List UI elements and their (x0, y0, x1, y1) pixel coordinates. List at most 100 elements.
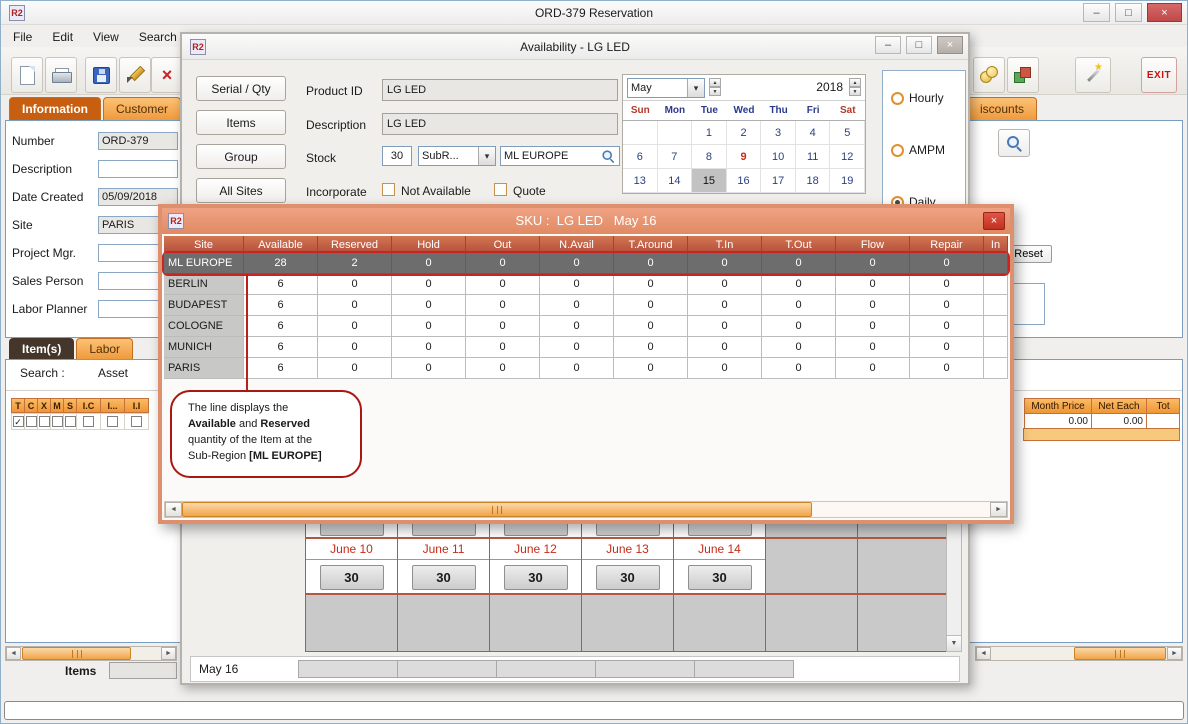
quote-checkbox[interactable] (494, 183, 507, 196)
qty-box[interactable]: 30 (504, 565, 568, 590)
description-field[interactable]: LG LED (382, 113, 618, 135)
exit-button[interactable]: EXIT (1141, 57, 1177, 93)
description-field[interactable] (98, 160, 178, 178)
calendar-day[interactable] (623, 121, 658, 145)
sku-row-paris[interactable]: PARIS6000000000 (164, 358, 1008, 379)
wizard-button[interactable]: ★ (1075, 57, 1111, 93)
scroll-right-arrow[interactable]: ► (1167, 647, 1182, 660)
calendar-day[interactable]: 10 (761, 145, 796, 169)
row-checkbox[interactable] (107, 416, 118, 427)
calendar-day[interactable]: 13 (623, 169, 658, 193)
qty-box[interactable]: 30 (596, 565, 660, 590)
availability-titlebar[interactable]: R2 Availability - LG LED – □ × (182, 34, 968, 60)
calendar-day[interactable]: 1 (692, 121, 727, 145)
dropdown-arrow-icon[interactable]: ▾ (687, 79, 704, 97)
calendar-day[interactable]: 4 (796, 121, 831, 145)
scroll-track[interactable] (21, 647, 161, 660)
calendar-day[interactable]: 8 (692, 145, 727, 169)
sku-row-cologne[interactable]: COLOGNE6000000000 (164, 316, 1008, 337)
row-checkbox[interactable] (83, 416, 94, 427)
scroll-thumb[interactable] (1074, 647, 1166, 660)
month-spinner[interactable]: ▲ ▼ (709, 78, 721, 96)
rates-button[interactable] (973, 57, 1005, 93)
tab-item-s[interactable]: Item(s) (9, 338, 74, 359)
save-button[interactable] (85, 57, 117, 93)
stock-field[interactable]: 30 (382, 146, 412, 166)
maximize-button[interactable]: □ (906, 36, 932, 54)
calendar-day[interactable]: 15 (692, 169, 727, 193)
row-checkbox[interactable]: ✓ (13, 416, 24, 427)
calendar-day[interactable]: 11 (796, 145, 831, 169)
qty-box[interactable]: 30 (412, 565, 476, 590)
qty-box[interactable]: 30 (320, 565, 384, 590)
products-button[interactable] (1007, 57, 1039, 93)
button-items[interactable]: Items (196, 110, 286, 135)
minimize-button[interactable]: – (1083, 3, 1110, 22)
close-button[interactable]: × (1147, 3, 1182, 22)
tab-labor[interactable]: Labor (76, 338, 133, 359)
calendar-day[interactable] (658, 121, 693, 145)
row-checkbox[interactable] (52, 416, 63, 427)
search-mode-value[interactable]: Asset (98, 366, 128, 380)
calendar-day[interactable]: 9 (727, 145, 762, 169)
search-icon[interactable] (602, 150, 615, 163)
items-count-field[interactable] (109, 662, 177, 679)
scroll-right-arrow[interactable]: ► (161, 647, 176, 660)
row-checkbox[interactable] (26, 416, 37, 427)
calendar-day[interactable]: 18 (796, 169, 831, 193)
radio-ampm[interactable]: AMPM (891, 143, 965, 157)
calendar-day[interactable]: 2 (727, 121, 762, 145)
button-group[interactable]: Group (196, 144, 286, 169)
edit-button[interactable] (119, 57, 151, 93)
scroll-track[interactable] (182, 502, 990, 517)
sku-row-ml-europe[interactable]: ML EUROPE28200000000 (164, 253, 1008, 274)
schedule-vscrollbar[interactable]: ▼ (946, 504, 962, 652)
scroll-left-arrow[interactable]: ◄ (165, 502, 182, 517)
row-checkbox[interactable] (65, 416, 76, 427)
dropdown-arrow-icon[interactable]: ▾ (478, 147, 495, 165)
sku-row-budapest[interactable]: BUDAPEST6000000000 (164, 295, 1008, 316)
button-serial-qty[interactable]: Serial / Qty (196, 76, 286, 101)
not-available-checkbox[interactable] (382, 183, 395, 196)
scroll-down-arrow[interactable]: ▼ (947, 635, 961, 651)
qty-box[interactable]: 30 (688, 565, 752, 590)
menu-file[interactable]: File (3, 27, 42, 47)
menu-view[interactable]: View (83, 27, 129, 47)
number-field[interactable]: ORD-379 (98, 132, 178, 150)
sub-region-selector[interactable]: SubR... ▾ (418, 146, 496, 166)
close-button[interactable]: × (983, 212, 1005, 230)
close-button[interactable]: × (937, 36, 963, 54)
sku-row-berlin[interactable]: BERLIN6000000000 (164, 274, 1008, 295)
calendar-day[interactable]: 16 (727, 169, 762, 193)
customer-search-button[interactable] (998, 129, 1030, 157)
calendar-day[interactable]: 14 (658, 169, 693, 193)
print-button[interactable] (45, 57, 77, 93)
scroll-track[interactable] (991, 647, 1167, 660)
menu-search[interactable]: Search (129, 27, 187, 47)
radio-hourly[interactable]: Hourly (891, 91, 965, 105)
scroll-left-arrow[interactable]: ◄ (6, 647, 21, 660)
calendar-day[interactable]: 12 (830, 145, 865, 169)
spin-down-icon[interactable]: ▼ (709, 87, 721, 96)
row-checkbox[interactable] (39, 416, 50, 427)
sub-region-field[interactable]: ML EUROPE (500, 146, 620, 166)
tab-information[interactable]: Information (9, 97, 101, 120)
delete-button[interactable]: × (151, 57, 183, 93)
sku-titlebar[interactable]: R2 SKU : LG LED May 16 × (162, 208, 1010, 234)
main-titlebar[interactable]: R2 ORD-379 Reservation – □ × (1, 1, 1187, 25)
scroll-left-arrow[interactable]: ◄ (976, 647, 991, 660)
maximize-button[interactable]: □ (1115, 3, 1142, 22)
minimize-button[interactable]: – (875, 36, 901, 54)
product-id-field[interactable]: LG LED (382, 79, 618, 101)
price-hscrollbar[interactable]: ◄ ► (975, 646, 1183, 661)
calendar-day[interactable]: 3 (761, 121, 796, 145)
items-hscrollbar[interactable]: ◄ ► (5, 646, 177, 661)
button-all-sites[interactable]: All Sites (196, 178, 286, 203)
calendar-day[interactable]: 19 (830, 169, 865, 193)
tab-discounts[interactable]: iscounts (967, 97, 1037, 120)
calendar-day[interactable]: 7 (658, 145, 693, 169)
spin-up-icon[interactable]: ▲ (709, 78, 721, 87)
row-checkbox[interactable] (131, 416, 142, 427)
menu-edit[interactable]: Edit (42, 27, 83, 47)
spin-up-icon[interactable]: ▲ (849, 78, 861, 87)
